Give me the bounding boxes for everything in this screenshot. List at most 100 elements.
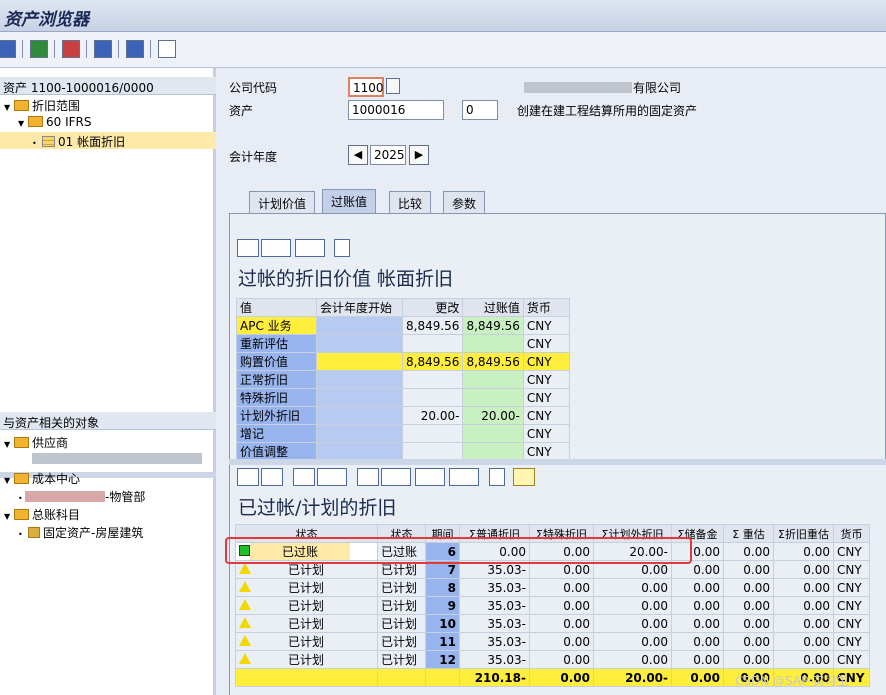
subtotal-dropdown-icon[interactable] xyxy=(317,468,347,486)
tree-item-vendor[interactable]: ▼ 供应商 xyxy=(0,433,216,450)
column-header[interactable]: Σ计划外折旧 xyxy=(593,524,672,543)
filter-icon[interactable] xyxy=(261,468,283,486)
table-row[interactable]: 已计划 已计划 9 35.03- 0.00 0.00 0.00 0.00 0.0… xyxy=(235,596,870,615)
print-icon[interactable] xyxy=(237,239,259,257)
redacted-text xyxy=(32,453,202,464)
navigation-panel: 资产 1100-1000016/0000 ▼ 折旧范围 ▼ 60 IFRS • 01 … xyxy=(0,68,216,695)
special-depr-cell: 0.00 xyxy=(529,596,594,615)
tree-item-gl-account-name[interactable]: • 固定资产-房屋建筑 xyxy=(0,523,216,540)
table-row[interactable]: 已计划 已计划 8 35.03- 0.00 0.00 0.00 0.00 0.0… xyxy=(235,578,870,597)
export-dropdown-icon[interactable] xyxy=(415,468,445,486)
previous-year-button[interactable]: ◀ xyxy=(348,145,368,165)
info-icon[interactable] xyxy=(334,239,350,257)
currency-cell: CNY xyxy=(522,406,570,425)
column-header[interactable]: 状态 xyxy=(377,524,426,543)
watermark: CSDN @SAP-实习生 xyxy=(735,674,849,688)
unplanned-depr-cell: 0.00 xyxy=(593,632,672,651)
column-header[interactable]: Σ特殊折旧 xyxy=(529,524,594,543)
tree-item-cost-center-name[interactable]: • -物管部 xyxy=(0,487,216,504)
values-icon[interactable] xyxy=(126,40,144,58)
table-row[interactable]: 购置价值 8,849.56 8,849.56 CNY xyxy=(236,352,570,371)
copy-icon[interactable] xyxy=(386,78,400,94)
expand-arrow-icon[interactable]: ▼ xyxy=(4,440,11,449)
export-dropdown-icon[interactable] xyxy=(295,239,325,257)
tree-item-depr-areas[interactable]: ▼ 折旧范围 xyxy=(0,96,216,113)
fiscal-year-field[interactable]: 2025 xyxy=(370,145,406,165)
tree-item-vendor-name[interactable] xyxy=(0,451,216,468)
column-header[interactable]: 状态 xyxy=(235,524,378,543)
asset-subnumber-field[interactable]: 0 xyxy=(462,100,498,120)
table-row[interactable]: 重新评估 CNY xyxy=(236,334,570,353)
object-list-icon[interactable] xyxy=(62,40,80,58)
column-header[interactable]: Σ折旧重估 xyxy=(773,524,834,543)
currency-cell: CNY xyxy=(833,542,870,561)
refresh-icon[interactable] xyxy=(0,40,16,58)
depr-revaluation-cell: 0.00 xyxy=(773,560,834,579)
next-year-button[interactable]: ▶ xyxy=(409,145,429,165)
tab-comparison[interactable]: 比较 xyxy=(389,191,432,213)
layout-dropdown-icon[interactable] xyxy=(449,468,479,486)
totals-dropdown-icon[interactable] xyxy=(261,239,291,257)
table-row[interactable]: 计划外折旧 20.00- 20.00- CNY xyxy=(236,406,570,425)
tree-item-book-depr[interactable]: • 01 帐面折旧 xyxy=(0,132,216,149)
tree-item-label: 折旧范围 xyxy=(32,99,81,113)
column-header[interactable]: Σ储备金 xyxy=(671,524,724,543)
detail-icon[interactable] xyxy=(237,468,259,486)
table-row[interactable]: 已计划 已计划 7 35.03- 0.00 0.00 0.00 0.00 0.0… xyxy=(235,560,870,579)
simulate-icon[interactable] xyxy=(94,40,112,58)
column-header[interactable]: 值 xyxy=(236,298,317,317)
normal-depr-cell: 35.03- xyxy=(459,650,530,669)
depreciation-title: 已过帐/计划的折旧 xyxy=(238,497,397,519)
year-start-cell xyxy=(316,424,403,443)
info-icon[interactable] xyxy=(489,468,505,486)
table-row[interactable]: 正常折旧 CNY xyxy=(236,370,570,389)
column-header[interactable]: 过账值 xyxy=(462,298,524,317)
table-row[interactable]: APC 业务 8,849.56 8,849.56 CNY xyxy=(236,316,570,335)
column-header[interactable]: 货币 xyxy=(522,298,570,317)
tree-item-ifrs[interactable]: ▼ 60 IFRS xyxy=(0,114,216,131)
status-text-2: 已计划 xyxy=(377,614,426,633)
tree-item-cost-center[interactable]: ▼ 成本中心 xyxy=(0,469,216,486)
expand-arrow-icon[interactable]: ▼ xyxy=(4,103,11,112)
print-icon[interactable] xyxy=(357,468,379,486)
table-row[interactable]: 已计划 已计划 12 35.03- 0.00 0.00 0.00 0.00 0.… xyxy=(235,650,870,669)
tab-planned-values[interactable]: 计划价值 xyxy=(249,191,316,213)
asset-tree-header: 资产 1100-1000016/0000 xyxy=(0,77,216,95)
value-name: 正常折旧 xyxy=(236,370,317,389)
view-dropdown-icon[interactable] xyxy=(381,468,411,486)
tab-posted-values[interactable]: 过账值 xyxy=(322,189,377,213)
status-text-2: 已计划 xyxy=(377,560,426,579)
table-row[interactable]: 已计划 已计划 10 35.03- 0.00 0.00 0.00 0.00 0.… xyxy=(235,614,870,633)
expand-arrow-icon[interactable]: ▼ xyxy=(4,512,11,521)
list-icon[interactable] xyxy=(158,40,176,58)
posted-cell: 8,849.56 xyxy=(462,352,524,371)
company-code-field[interactable]: 1100 xyxy=(348,77,384,97)
table-row[interactable]: 已过账 已过账 6 0.00 0.00 20.00- 0.00 0.00 0.0… xyxy=(235,542,870,561)
tab-parameters[interactable]: 参数 xyxy=(443,191,486,213)
sum-icon[interactable] xyxy=(293,468,315,486)
tree-item-label: -物管部 xyxy=(105,490,146,504)
column-header[interactable]: Σ 重估 xyxy=(723,524,774,543)
expand-arrow-icon[interactable]: ▼ xyxy=(4,476,11,485)
change-cell: 20.00- xyxy=(401,406,464,425)
table-row[interactable]: 价值调整 CNY xyxy=(236,442,570,461)
expand-icon[interactable] xyxy=(30,40,48,58)
column-header[interactable]: 会计年度开始 xyxy=(316,298,403,317)
currency-cell: CNY xyxy=(522,424,570,443)
table-row[interactable]: 增记 CNY xyxy=(236,424,570,443)
normal-depr-cell: 35.03- xyxy=(459,614,530,633)
table-row[interactable]: 特殊折旧 CNY xyxy=(236,388,570,407)
tree-item-gl-account[interactable]: ▼ 总账科目 xyxy=(0,505,216,522)
comment-icon[interactable] xyxy=(513,468,535,486)
column-header[interactable]: 更改 xyxy=(401,298,464,317)
totals-blank xyxy=(425,668,460,687)
column-header[interactable]: 货币 xyxy=(833,524,870,543)
posted-cell xyxy=(462,370,524,389)
column-header[interactable]: 期间 xyxy=(425,524,460,543)
table-row[interactable]: 已计划 已计划 11 35.03- 0.00 0.00 0.00 0.00 0.… xyxy=(235,632,870,651)
column-header[interactable]: Σ普通折旧 xyxy=(459,524,530,543)
status-cell: 已计划 xyxy=(235,560,378,579)
asset-number-field[interactable]: 1000016 xyxy=(348,100,444,120)
expand-arrow-icon[interactable]: ▼ xyxy=(18,119,25,128)
fiscal-year-label: 会计年度 xyxy=(229,150,278,164)
